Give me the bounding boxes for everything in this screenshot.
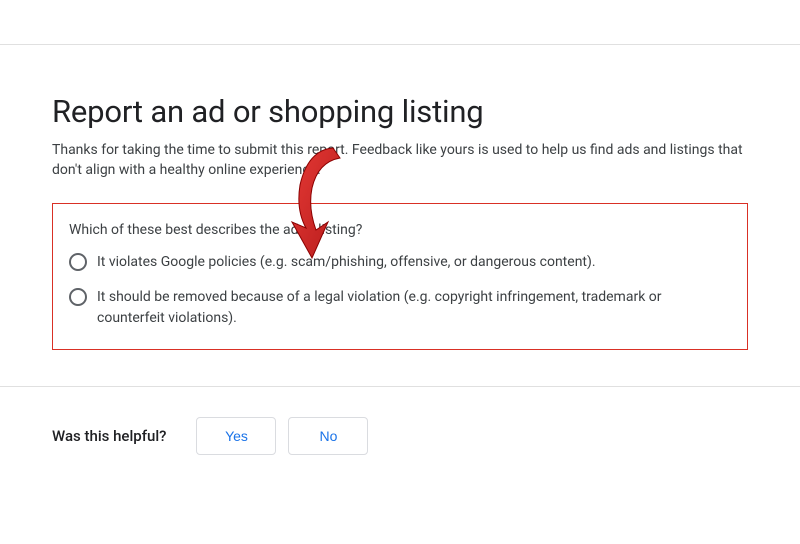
radio-option-policy-violation[interactable]: It violates Google policies (e.g. scam/p… [69, 252, 731, 273]
radio-label: It violates Google policies (e.g. scam/p… [97, 252, 596, 273]
top-divider [0, 44, 800, 45]
question-label: Which of these best describes the ad or … [69, 222, 731, 238]
main-content: Report an ad or shopping listing Thanks … [0, 93, 800, 350]
radio-icon [69, 253, 87, 271]
radio-option-legal-violation[interactable]: It should be removed because of a legal … [69, 287, 731, 329]
question-box: Which of these best describes the ad or … [52, 203, 748, 350]
helpful-section: Was this helpful? Yes No [0, 417, 800, 455]
radio-label: It should be removed because of a legal … [97, 287, 731, 329]
radio-icon [69, 288, 87, 306]
section-divider [0, 386, 800, 387]
yes-button[interactable]: Yes [196, 417, 276, 455]
page-title: Report an ad or shopping listing [52, 93, 748, 130]
intro-text: Thanks for taking the time to submit thi… [52, 140, 748, 181]
helpful-label: Was this helpful? [52, 427, 166, 445]
no-button[interactable]: No [288, 417, 368, 455]
